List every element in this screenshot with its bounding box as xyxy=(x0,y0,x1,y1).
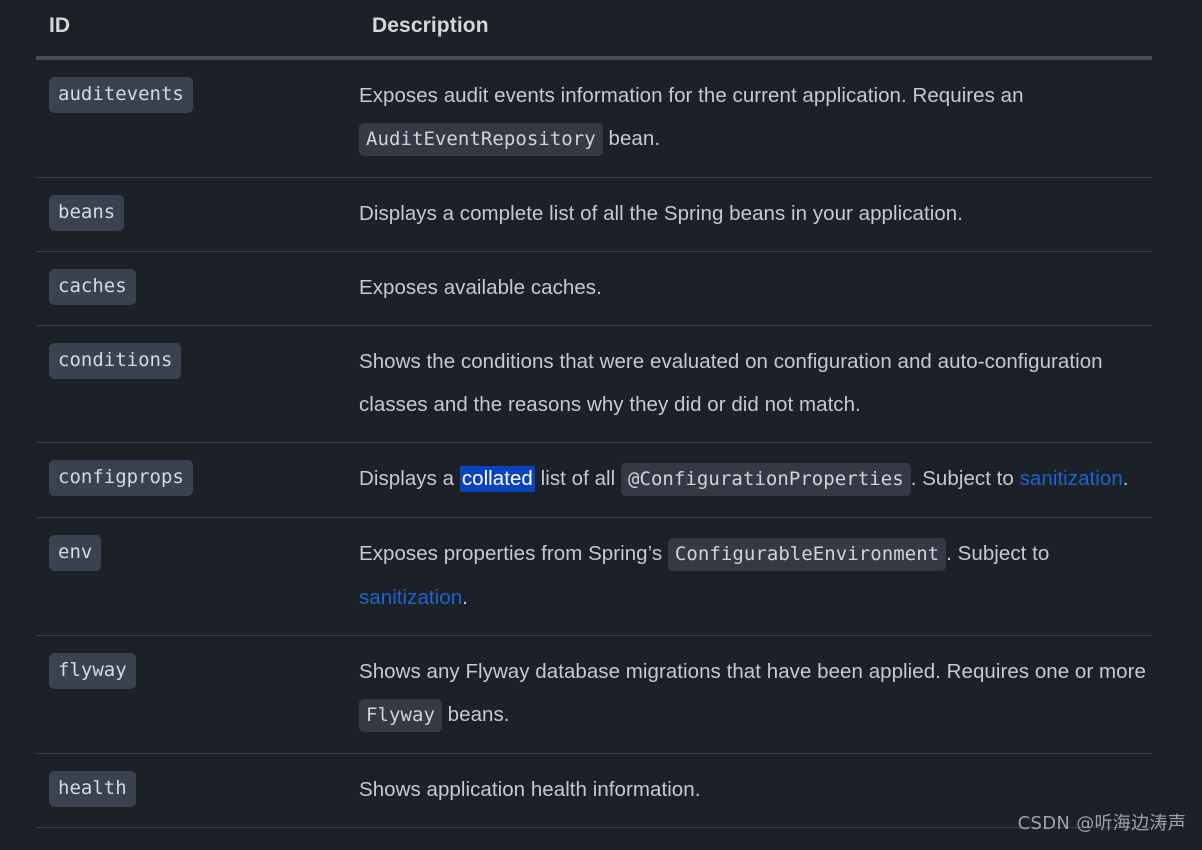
table-row: configprops Displays a collated list of a… xyxy=(36,443,1152,518)
endpoint-id-chip: caches xyxy=(49,269,136,305)
description-text: . Subject to xyxy=(946,542,1050,565)
endpoint-id-chip: flyway xyxy=(49,653,136,689)
description-text: list of all xyxy=(534,467,621,490)
inline-code: AuditEventRepository xyxy=(359,123,603,156)
cell-description: Displays a complete list of all the Spri… xyxy=(356,178,1152,251)
table-row: caches Exposes available caches. xyxy=(36,252,1152,326)
sanitization-link[interactable]: sanitization xyxy=(1020,467,1123,490)
inline-code: @ConfigurationProperties xyxy=(620,463,911,496)
cell-description: Displays a collated list of all @Configu… xyxy=(356,443,1152,517)
table-row: flyway Shows any Flyway database migratio… xyxy=(36,636,1152,754)
cell-id: health xyxy=(36,754,356,824)
description-text: . xyxy=(462,586,468,609)
cell-id: env xyxy=(36,518,356,588)
cell-id: beans xyxy=(36,178,356,248)
description-text: Exposes audit events information for the… xyxy=(359,84,1024,107)
description-text: . xyxy=(1122,467,1129,490)
description-text: Shows the conditions that were evaluated… xyxy=(359,350,1103,416)
column-header-id: ID xyxy=(49,14,71,37)
inline-code: ConfigurableEnvironment xyxy=(667,538,947,571)
endpoints-table: ID Description auditevents Exposes audit … xyxy=(36,0,1152,828)
description-text: Shows any Flyway database migrations tha… xyxy=(359,660,1146,683)
description-text: Displays a complete list of all the Spri… xyxy=(359,202,963,225)
selected-text[interactable]: collated xyxy=(459,466,535,492)
description-text: Shows application health information. xyxy=(359,778,701,801)
description-text: bean. xyxy=(602,127,661,150)
cell-id: flyway xyxy=(36,636,356,706)
cell-id: conditions xyxy=(36,326,356,396)
watermark: CSDN @听海边涛声 xyxy=(1017,813,1186,834)
endpoint-id-chip: beans xyxy=(49,195,125,231)
cell-id: caches xyxy=(36,252,356,322)
table-body: auditevents Exposes audit events informat… xyxy=(36,60,1152,828)
cell-description: Exposes audit events information for the… xyxy=(356,60,1152,177)
endpoint-id-chip: conditions xyxy=(49,343,182,379)
column-header-description: Description xyxy=(372,14,489,37)
cell-description: Exposes available caches. xyxy=(356,252,1152,325)
endpoint-id-chip: configprops xyxy=(49,460,193,496)
table-header-row: ID Description xyxy=(36,0,1152,56)
description-text: Displays a xyxy=(359,467,460,490)
description-text: . Subject to xyxy=(910,467,1020,490)
inline-code: Flyway xyxy=(359,699,442,732)
description-text: Exposes properties from Spring’s xyxy=(359,542,668,565)
description-text: Exposes available caches. xyxy=(359,276,602,299)
table-row: env Exposes properties from Spring’s Conf… xyxy=(36,518,1152,636)
sanitization-link[interactable]: sanitization xyxy=(359,586,462,609)
endpoint-id-chip: health xyxy=(49,771,136,807)
endpoint-id-chip: auditevents xyxy=(49,77,193,113)
cell-description: Exposes properties from Spring’s Configu… xyxy=(356,518,1152,635)
description-text: beans. xyxy=(441,703,510,726)
table-row: auditevents Exposes audit events informat… xyxy=(36,60,1152,178)
cell-id: configprops xyxy=(36,443,356,513)
endpoint-id-chip: env xyxy=(49,535,102,571)
cell-description: Shows the conditions that were evaluated… xyxy=(356,326,1152,442)
table-row: conditions Shows the conditions that were… xyxy=(36,326,1152,443)
cell-description: Shows any Flyway database migrations tha… xyxy=(356,636,1152,753)
table-row: health Shows application health informati… xyxy=(36,754,1152,828)
cell-id: auditevents xyxy=(36,60,356,130)
table-row: beans Displays a complete list of all the… xyxy=(36,178,1152,252)
